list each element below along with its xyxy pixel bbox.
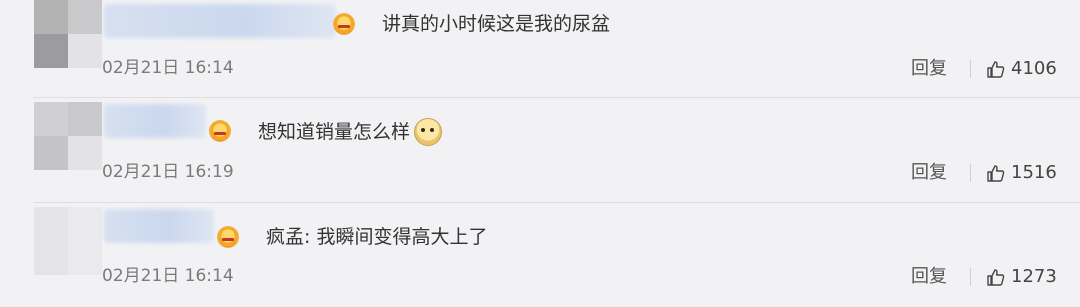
- reply-button[interactable]: 回复: [911, 162, 947, 184]
- username-blurred[interactable]: [104, 4, 336, 38]
- like-button[interactable]: 1516: [986, 162, 1057, 184]
- action-separator: [970, 164, 971, 182]
- avatar[interactable]: [34, 102, 102, 170]
- thumbs-up-icon: [987, 165, 1005, 182]
- like-count: 4106: [1011, 58, 1057, 79]
- comment-time: 02月21日 16:19: [102, 162, 234, 182]
- like-button[interactable]: 4106: [986, 58, 1057, 80]
- vip-crown-icon: [218, 227, 238, 247]
- comment-time: 02月21日 16:14: [102, 266, 234, 286]
- action-separator: [970, 268, 971, 286]
- reply-button[interactable]: 回复: [911, 58, 947, 80]
- vip-crown-icon: [334, 14, 354, 34]
- comment-text: 疯孟: 我瞬间变得高大上了: [266, 226, 488, 248]
- avatar[interactable]: [34, 0, 102, 68]
- comment-time: 02月21日 16:14: [102, 58, 234, 78]
- thumbs-up-icon: [987, 61, 1005, 78]
- vip-crown-icon: [210, 121, 230, 141]
- like-button[interactable]: 1273: [986, 266, 1057, 288]
- like-count: 1516: [1011, 162, 1057, 183]
- like-count: 1273: [1011, 266, 1057, 287]
- reply-button[interactable]: 回复: [911, 266, 947, 288]
- comment-text: 想知道销量怎么样: [236, 118, 443, 146]
- avatar[interactable]: [34, 207, 102, 275]
- username-blurred[interactable]: [104, 104, 206, 138]
- comment-item: 讲真的小时候这是我的尿盆 02月21日 16:14 回复 4106: [0, 0, 1080, 97]
- thumbs-up-icon: [987, 269, 1005, 286]
- comment-text: 讲真的小时候这是我的尿盆: [382, 13, 611, 35]
- doge-emoji-icon: [414, 118, 443, 146]
- comment-item: 想知道销量怎么样 02月21日 16:19 回复 1516: [0, 98, 1080, 202]
- username-blurred[interactable]: [104, 209, 214, 243]
- comment-item: 疯孟: 我瞬间变得高大上了 02月21日 16:14 回复 1273: [0, 203, 1080, 307]
- action-separator: [970, 60, 971, 78]
